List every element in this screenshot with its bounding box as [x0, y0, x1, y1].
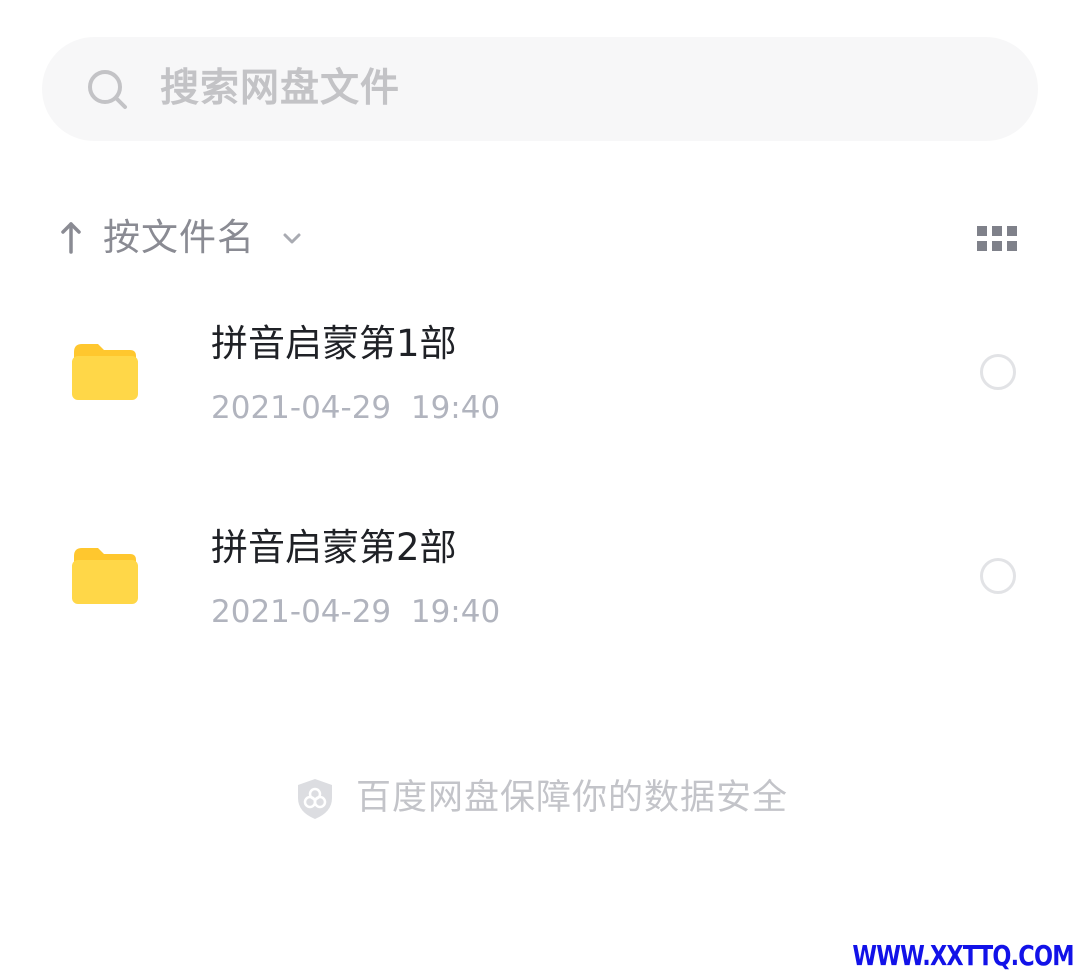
watermark: WWW.XXTTQ.COM — [852, 939, 1075, 972]
select-checkbox[interactable] — [980, 354, 1016, 390]
file-name: 拼音启蒙第2部 — [211, 526, 457, 569]
sort-toolbar: 按文件名 — [55, 210, 1035, 266]
file-list-item[interactable]: 拼音启蒙第1部 2021-04-29 19:40 — [0, 290, 1080, 480]
security-text: 百度网盘保障你的数据安全 — [356, 778, 789, 818]
shield-icon — [298, 779, 332, 819]
file-date: 2021-04-29 19:40 — [211, 594, 501, 630]
arrow-up-icon[interactable] — [55, 218, 87, 258]
folder-icon — [72, 344, 138, 400]
select-checkbox[interactable] — [980, 558, 1016, 594]
sort-by-name-button[interactable]: 按文件名 — [103, 212, 255, 264]
file-name: 拼音启蒙第1部 — [211, 322, 457, 365]
folder-icon — [72, 548, 138, 604]
file-list-item[interactable]: 拼音启蒙第2部 2021-04-29 19:40 — [0, 494, 1080, 684]
file-date: 2021-04-29 19:40 — [211, 390, 501, 426]
chevron-down-icon[interactable] — [281, 227, 303, 249]
search-bar[interactable]: 搜索网盘文件 — [42, 37, 1038, 141]
search-icon — [88, 70, 127, 109]
grid-view-icon[interactable] — [977, 226, 1017, 252]
search-placeholder: 搜索网盘文件 — [160, 66, 401, 111]
security-note: 百度网盘保障你的数据安全 — [296, 772, 816, 824]
